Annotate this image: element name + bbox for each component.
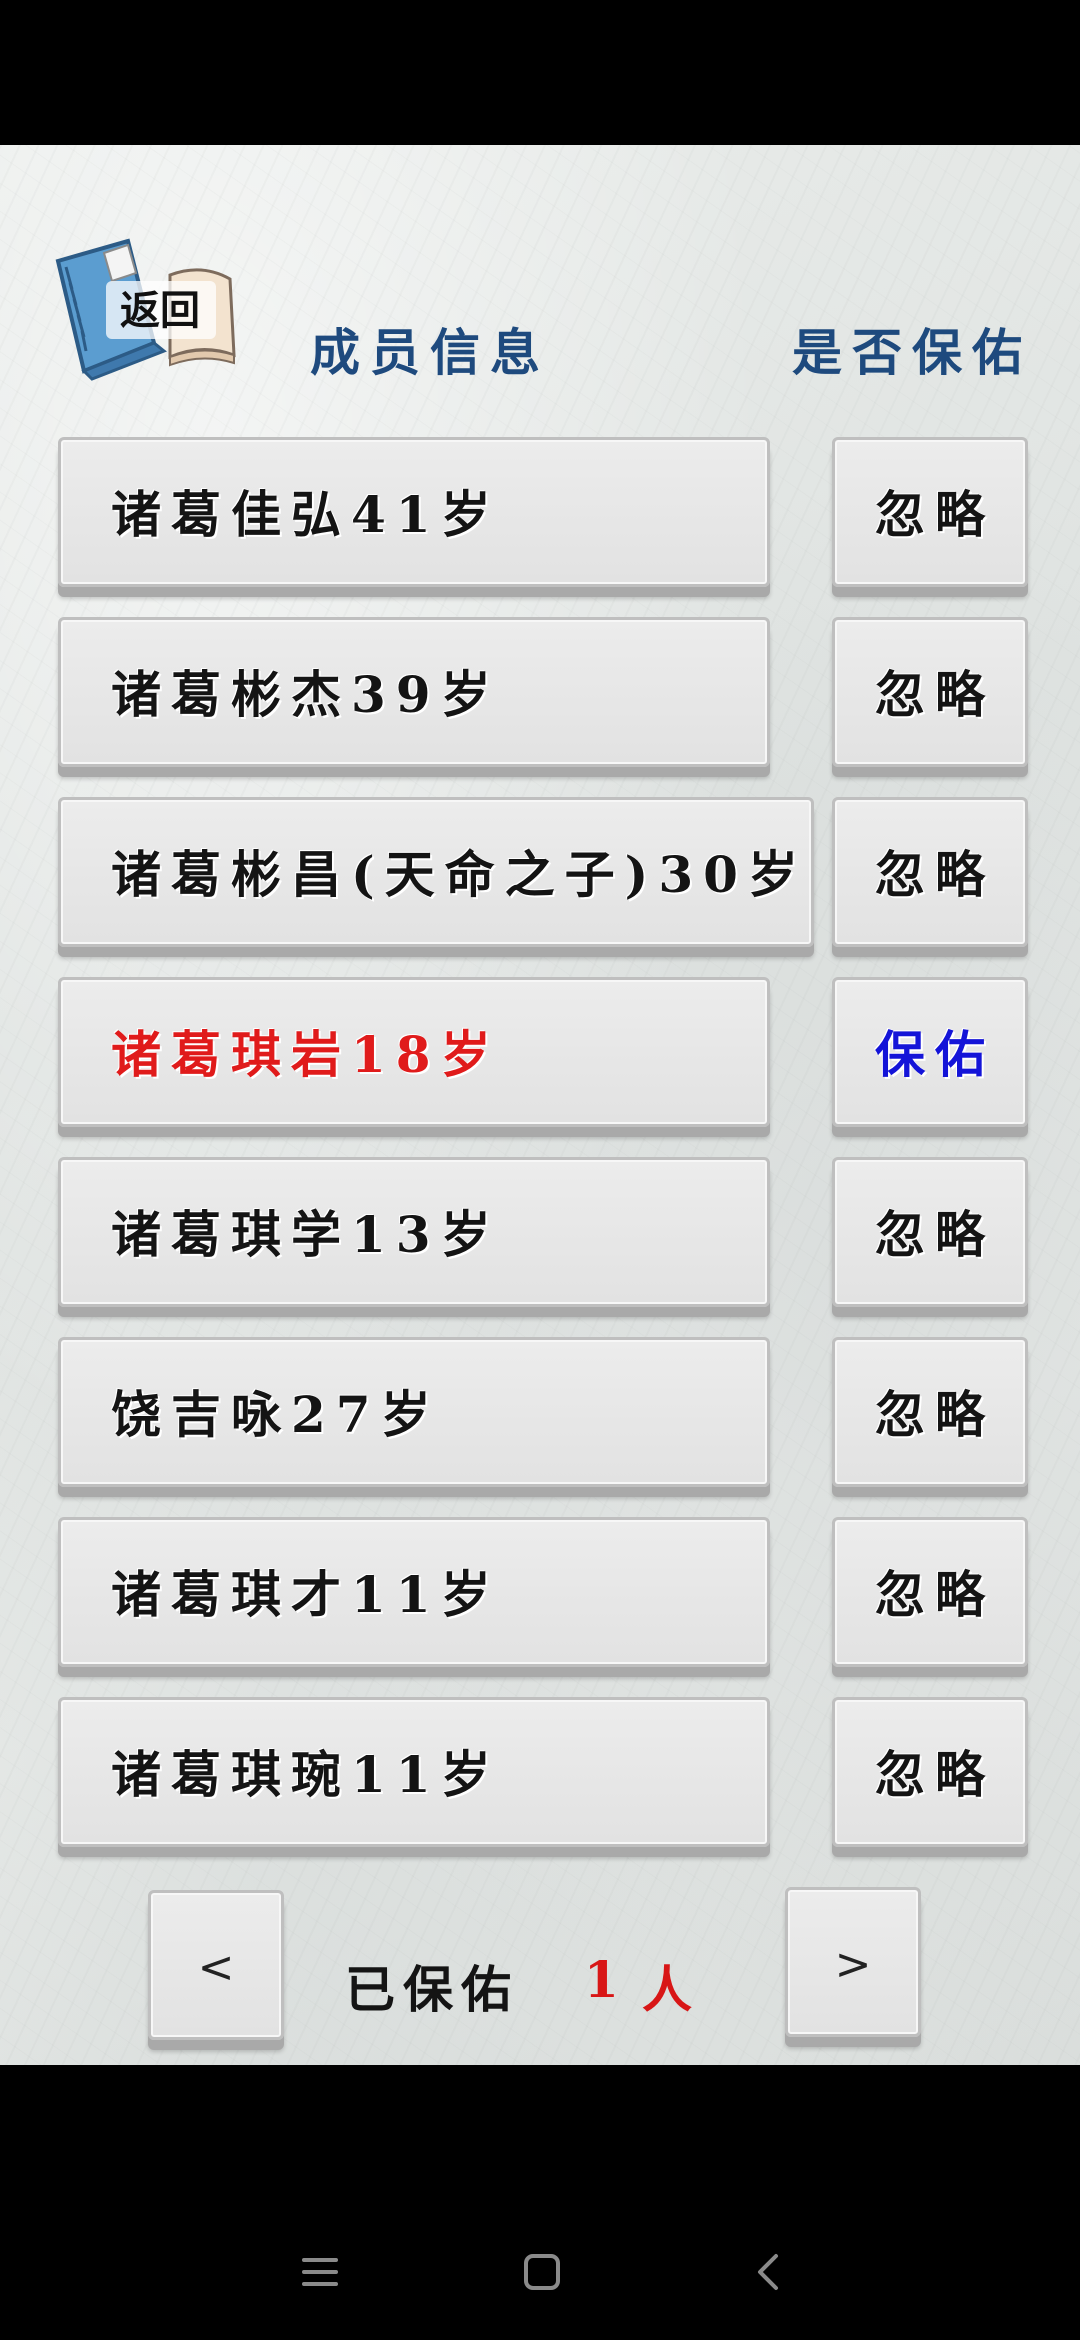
ignore-button[interactable]: 忽略 bbox=[832, 1697, 1028, 1847]
member-row: 诸葛琪琬11岁 忽略 bbox=[0, 1697, 1080, 1857]
back-button[interactable]: 返回 bbox=[52, 233, 242, 383]
back-icon[interactable] bbox=[748, 2250, 792, 2294]
ignore-button[interactable]: 忽略 bbox=[832, 1517, 1028, 1667]
prev-page-button[interactable]: < bbox=[148, 1890, 284, 2040]
app-screen: 返回 成员信息 是否保佑 诸葛佳弘41岁 忽略 诸葛彬杰39岁 忽略 诸葛彬昌(… bbox=[0, 145, 1080, 2065]
member-name: 诸葛琪才11岁 bbox=[111, 1565, 501, 1624]
action-label: 忽略 bbox=[875, 845, 995, 904]
back-label: 返回 bbox=[120, 288, 200, 334]
member-row: 诸葛彬昌(天命之子)30岁 忽略 bbox=[0, 797, 1080, 957]
action-label: 忽略 bbox=[875, 1385, 995, 1444]
home-icon[interactable] bbox=[520, 2250, 564, 2294]
action-label: 忽略 bbox=[875, 1745, 995, 1804]
member-name: 诸葛彬杰39岁 bbox=[111, 665, 501, 724]
bless-button[interactable]: 保佑 bbox=[832, 977, 1028, 1127]
member-name-card[interactable]: 饶吉咏27岁 bbox=[58, 1337, 770, 1487]
member-name: 诸葛佳弘41岁 bbox=[111, 485, 501, 544]
member-name-card[interactable]: 诸葛琪琬11岁 bbox=[58, 1697, 770, 1847]
member-name-card[interactable]: 诸葛彬杰39岁 bbox=[58, 617, 770, 767]
bless-column-title: 是否保佑 bbox=[792, 323, 1032, 382]
ignore-button[interactable]: 忽略 bbox=[832, 617, 1028, 767]
action-label: 忽略 bbox=[875, 665, 995, 724]
member-name-card[interactable]: 诸葛琪岩18岁 bbox=[58, 977, 770, 1127]
navigation-bar bbox=[0, 2065, 1080, 2340]
member-name: 饶吉咏27岁 bbox=[111, 1385, 441, 1444]
next-page-button[interactable]: > bbox=[785, 1887, 921, 2037]
action-label: 忽略 bbox=[875, 485, 995, 544]
action-label: 忽略 bbox=[875, 1205, 995, 1264]
action-label: 忽略 bbox=[875, 1565, 995, 1624]
menu-icon[interactable] bbox=[298, 2250, 342, 2294]
ignore-button[interactable]: 忽略 bbox=[832, 1337, 1028, 1487]
ignore-button[interactable]: 忽略 bbox=[832, 1157, 1028, 1307]
blessed-unit: 人 bbox=[642, 1960, 692, 2019]
status-bar bbox=[0, 0, 1080, 145]
blessed-count: 1 bbox=[584, 1950, 619, 2009]
action-label: 保佑 bbox=[875, 1025, 995, 1084]
member-info-title: 成员信息 bbox=[310, 323, 550, 382]
blessed-label: 已保佑 bbox=[345, 1960, 519, 2019]
member-row: 诸葛佳弘41岁 忽略 bbox=[0, 437, 1080, 597]
member-name-card[interactable]: 诸葛琪学13岁 bbox=[58, 1157, 770, 1307]
member-row: 诸葛彬杰39岁 忽略 bbox=[0, 617, 1080, 777]
member-row-blessed: 诸葛琪岩18岁 保佑 bbox=[0, 977, 1080, 1137]
member-name-card[interactable]: 诸葛佳弘41岁 bbox=[58, 437, 770, 587]
member-name: 诸葛彬昌(天命之子)30岁 bbox=[111, 845, 808, 904]
ignore-button[interactable]: 忽略 bbox=[832, 437, 1028, 587]
member-name: 诸葛琪岩18岁 bbox=[111, 1025, 501, 1084]
member-row: 饶吉咏27岁 忽略 bbox=[0, 1337, 1080, 1497]
member-row: 诸葛琪才11岁 忽略 bbox=[0, 1517, 1080, 1677]
member-name-card[interactable]: 诸葛彬昌(天命之子)30岁 bbox=[58, 797, 814, 947]
ignore-button[interactable]: 忽略 bbox=[832, 797, 1028, 947]
member-name: 诸葛琪学13岁 bbox=[111, 1205, 501, 1264]
member-row: 诸葛琪学13岁 忽略 bbox=[0, 1157, 1080, 1317]
member-name-card[interactable]: 诸葛琪才11岁 bbox=[58, 1517, 770, 1667]
member-name: 诸葛琪琬11岁 bbox=[111, 1745, 501, 1804]
